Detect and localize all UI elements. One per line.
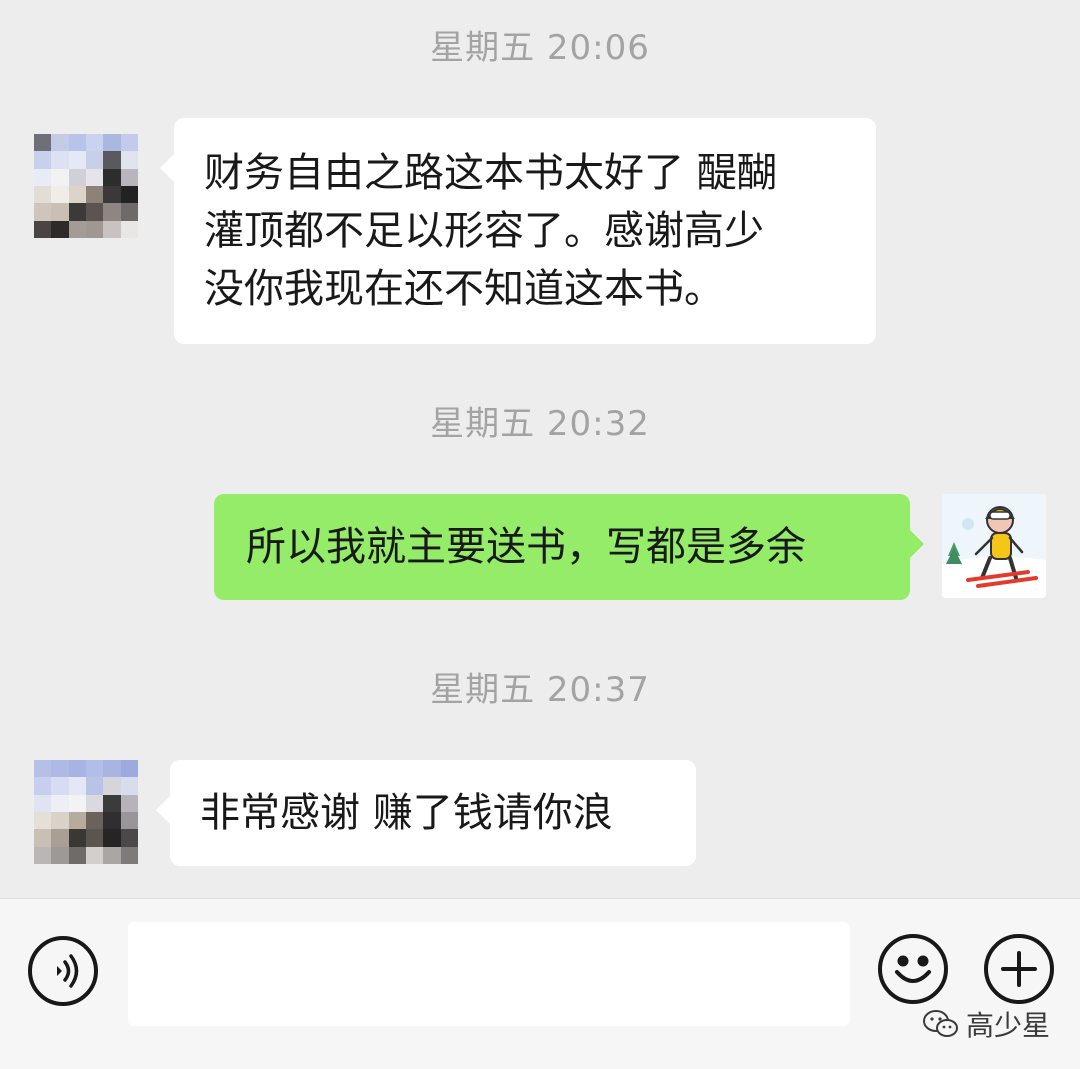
incoming-message-bubble[interactable]: 财务自由之路这本书太好了 醍醐 灌顶都不足以形容了。感谢高少 没你我现在还不知道… [160,118,876,344]
skier-avatar-icon [942,494,1046,598]
timestamp: 星期五 20:37 [430,670,650,710]
user-avatar[interactable] [942,494,1046,598]
emoji-button[interactable] [878,934,948,1004]
voice-input-button[interactable] [28,936,98,1006]
message-text: 所以我就主要送书，写都是多余 [246,524,806,570]
watermark: 高少星 [922,1004,1050,1044]
timestamp: 星期五 20:06 [430,28,650,68]
outgoing-message-bubble[interactable]: 所以我就主要送书，写都是多余 [214,494,924,600]
voice-icon [57,954,79,988]
message-text: 财务自由之路这本书太好了 醍醐 灌顶都不足以形容了。感谢高少 没你我现在还不知道… [204,150,777,312]
more-options-button[interactable] [984,934,1054,1004]
incoming-message-bubble[interactable]: 非常感谢 赚了钱请你浪 [156,760,696,866]
emoji-icon [895,955,931,983]
message-text: 非常感谢 赚了钱请你浪 [200,790,613,836]
watermark-text: 高少星 [966,1009,1051,1042]
plus-icon [1001,951,1037,987]
contact-avatar[interactable] [34,134,138,238]
contact-avatar[interactable] [34,760,138,864]
message-input[interactable] [128,922,850,1026]
timestamp: 星期五 20:32 [430,404,650,444]
wechat-icon [923,1010,958,1037]
